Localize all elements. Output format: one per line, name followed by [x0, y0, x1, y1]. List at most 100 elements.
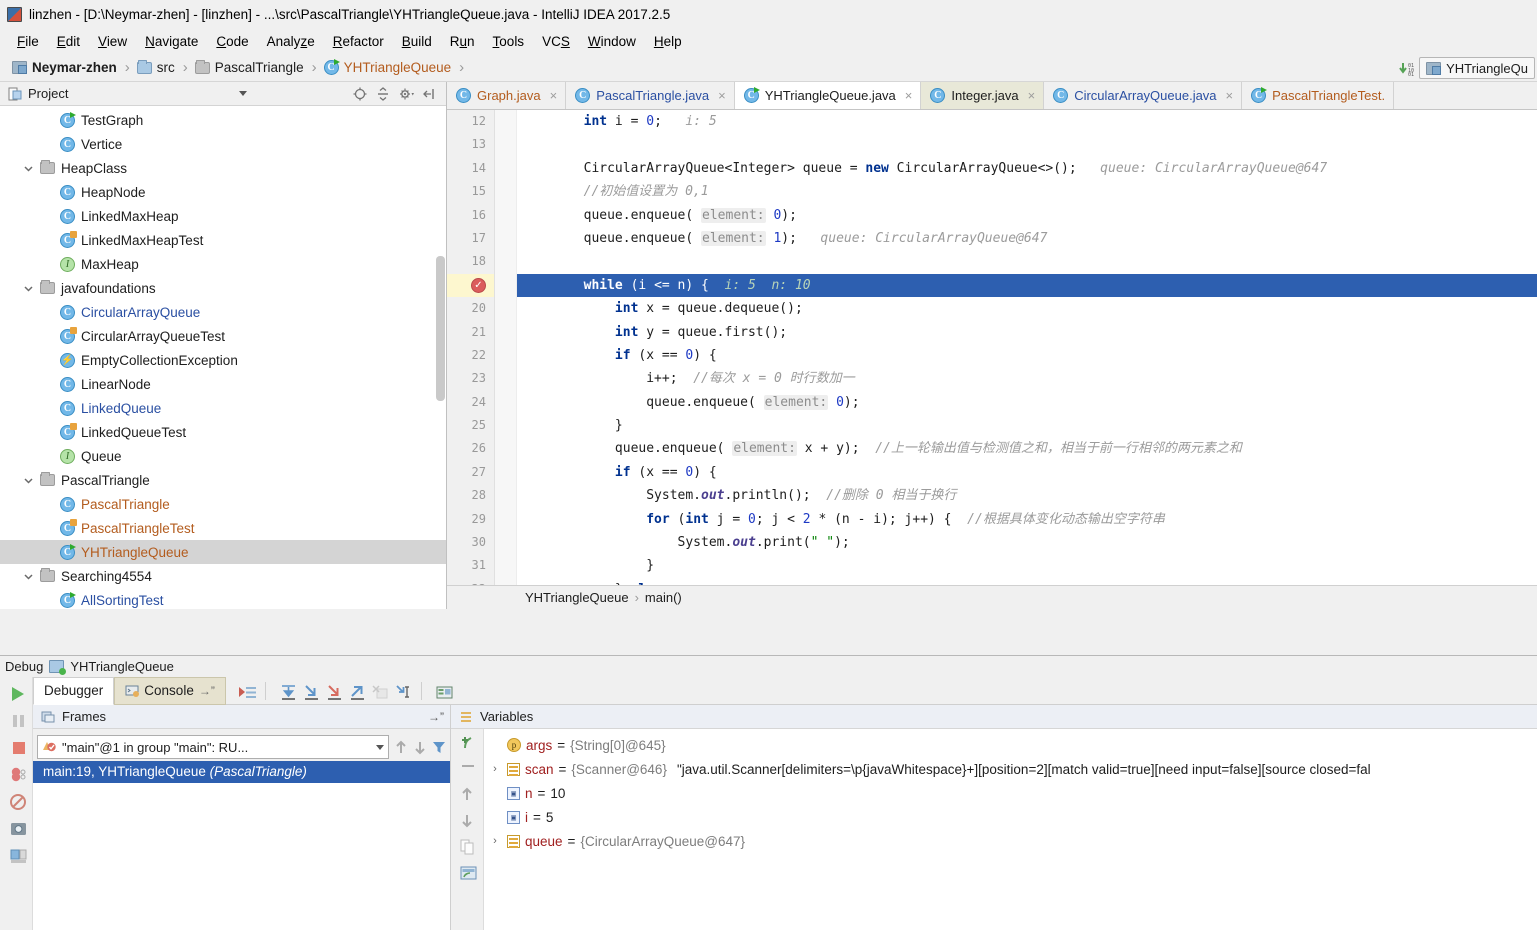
breadcrumb-editor-method[interactable]: main() [645, 590, 682, 605]
tab-console[interactable]: Console →” [114, 676, 226, 705]
copy-icon[interactable] [460, 839, 474, 855]
menu-code[interactable]: Code [207, 31, 257, 52]
frame-row[interactable]: main:19, YHTriangleQueue (PascalTriangle… [33, 761, 450, 783]
code-line[interactable]: queue.enqueue( element: 0); [517, 204, 1537, 227]
tree-node-linkedmaxheaptest[interactable]: C LinkedMaxHeapTest [0, 228, 446, 252]
run-configuration-selector[interactable]: YHTriangleQu [1419, 57, 1535, 79]
code-editor[interactable]: 1213141516171819202122232425262728293031… [447, 110, 1537, 585]
code-line[interactable]: queue.enqueue( element: x + y); //上一轮输出值… [517, 437, 1537, 460]
code-line[interactable] [517, 250, 1537, 273]
editor-tab-graph-java[interactable]: C Graph.java × [447, 82, 567, 109]
view-breakpoints-icon[interactable] [9, 766, 26, 782]
menu-run[interactable]: Run [441, 31, 484, 52]
step-over-icon[interactable] [279, 684, 295, 700]
code-line[interactable]: i++; //每次 x = 0 时行数加一 [517, 367, 1537, 390]
tree-node-heapnode[interactable]: C HeapNode [0, 180, 446, 204]
force-step-into-icon[interactable] [325, 684, 341, 700]
code-line[interactable]: int y = queue.first(); [517, 321, 1537, 344]
line-number[interactable]: 29 [447, 508, 494, 531]
line-number[interactable]: 31 [447, 554, 494, 577]
variable-row[interactable]: ▣ n = 10 [484, 781, 1537, 805]
menu-analyze[interactable]: Analyze [258, 31, 324, 52]
editor-code-content[interactable]: int i = 0; i: 5 CircularArrayQueue<Integ… [517, 110, 1537, 585]
chevron-down-icon[interactable] [22, 474, 34, 486]
filter-icon[interactable] [432, 740, 446, 754]
chevron-down-icon[interactable] [22, 162, 34, 174]
menu-vcs[interactable]: VCS [533, 31, 579, 52]
step-into-icon[interactable] [302, 684, 318, 700]
inspect-icon[interactable] [460, 865, 477, 880]
editor-tab-pascaltriangle-java[interactable]: C PascalTriangle.java × [566, 82, 735, 109]
code-line[interactable]: int i = 0; i: 5 [517, 110, 1537, 133]
project-tree[interactable]: C TestGraph C Vertice HeapClass C HeapNode C Lin… [0, 106, 446, 609]
code-line[interactable] [517, 133, 1537, 156]
code-line[interactable]: if (x == 0) { [517, 461, 1537, 484]
editor-tabs[interactable]: C Graph.java × C PascalTriangle.java × C YHTria… [447, 82, 1537, 110]
pin-tab-icon[interactable]: →” [199, 684, 215, 698]
collapse-all-icon[interactable] [376, 86, 390, 101]
tree-node-linkedqueuetest[interactable]: C LinkedQueueTest [0, 420, 446, 444]
drop-frame-icon[interactable] [371, 684, 388, 698]
code-line[interactable]: } [517, 414, 1537, 437]
remove-watch-icon[interactable] [460, 761, 474, 775]
tree-node-heapclass[interactable]: HeapClass [0, 156, 446, 180]
code-line[interactable]: int x = queue.dequeue(); [517, 297, 1537, 320]
code-line[interactable]: } [517, 554, 1537, 577]
line-number[interactable]: 16 [447, 204, 494, 227]
line-number[interactable]: 20 [447, 297, 494, 320]
line-number[interactable]: 12 [447, 110, 494, 133]
editor-tab-pascaltriangletest-[interactable]: C PascalTriangleTest. [1242, 82, 1395, 109]
breadcrumb-module[interactable]: Neymar-zhen [10, 60, 119, 75]
add-watch-icon[interactable] [460, 735, 474, 749]
variable-row[interactable]: ▣ i = 5 [484, 805, 1537, 829]
breadcrumb-editor-class[interactable]: YHTriangleQueue [525, 590, 629, 605]
breadcrumb-package[interactable]: PascalTriangle [193, 59, 306, 75]
arrow-up-icon[interactable] [394, 740, 408, 754]
code-line[interactable]: queue.enqueue( element: 0); [517, 391, 1537, 414]
line-number[interactable]: 26 [447, 437, 494, 460]
tree-node-linearnode[interactable]: C LinearNode [0, 372, 446, 396]
menu-edit[interactable]: Edit [48, 31, 89, 52]
editor-gutter[interactable]: 1213141516171819202122232425262728293031… [447, 110, 495, 585]
line-number[interactable]: 23 [447, 367, 494, 390]
line-number[interactable]: 13 [447, 133, 494, 156]
variables-list[interactable]: p args = {String[0]@645} › scan = {Scanner@… [484, 729, 1537, 930]
move-up-icon[interactable] [460, 787, 474, 801]
variable-row[interactable]: › scan = {Scanner@646} "java.util.Scanner[… [484, 757, 1537, 781]
line-number[interactable]: 15 [447, 180, 494, 203]
menu-tools[interactable]: Tools [484, 31, 534, 52]
code-line[interactable]: //初始值设置为 0,1 [517, 180, 1537, 203]
close-icon[interactable]: × [1028, 88, 1036, 103]
breadcrumb-src[interactable]: src [135, 59, 177, 75]
tree-node-yhtrianglequeue[interactable]: C YHTriangleQueue [0, 540, 446, 564]
close-icon[interactable]: × [718, 88, 726, 103]
menu-view[interactable]: View [89, 31, 136, 52]
chevron-down-icon[interactable] [22, 282, 34, 294]
code-line[interactable]: if (x == 0) { [517, 344, 1537, 367]
menu-file[interactable]: File [8, 31, 48, 52]
line-number[interactable]: 22 [447, 344, 494, 367]
chevron-down-icon[interactable] [22, 570, 34, 582]
tree-node-testgraph[interactable]: C TestGraph [0, 108, 446, 132]
step-out-icon[interactable] [348, 684, 364, 700]
line-number[interactable]: 14 [447, 157, 494, 180]
locate-icon[interactable] [353, 87, 367, 101]
menu-build[interactable]: Build [393, 31, 441, 52]
tree-node-javafoundations[interactable]: javafoundations [0, 276, 446, 300]
tree-node-vertice[interactable]: C Vertice [0, 132, 446, 156]
code-line[interactable]: CircularArrayQueue<Integer> queue = new … [517, 157, 1537, 180]
update-project-icon[interactable]: 01 10 01 [1399, 61, 1414, 77]
chevron-down-icon[interactable] [239, 91, 247, 96]
line-number[interactable]: 32 [447, 578, 494, 585]
tree-node-searching4554[interactable]: Searching4554 [0, 564, 446, 588]
settings-layout-icon[interactable] [9, 847, 27, 863]
settings-gear-icon[interactable] [399, 87, 414, 101]
code-line[interactable]: System.out.print(" "); [517, 531, 1537, 554]
variable-row[interactable]: p args = {String[0]@645} [484, 733, 1537, 757]
code-line[interactable]: for (int j = 0; j < 2 * (n - i); j++) { … [517, 508, 1537, 531]
code-line[interactable]: while (i <= n) { i: 5 n: 10 [517, 273, 1537, 298]
tree-node-linkedmaxheap[interactable]: C LinkedMaxHeap [0, 204, 446, 228]
move-down-icon[interactable] [460, 813, 474, 828]
pause-program-icon[interactable] [9, 712, 24, 727]
tab-debugger[interactable]: Debugger [33, 676, 115, 705]
